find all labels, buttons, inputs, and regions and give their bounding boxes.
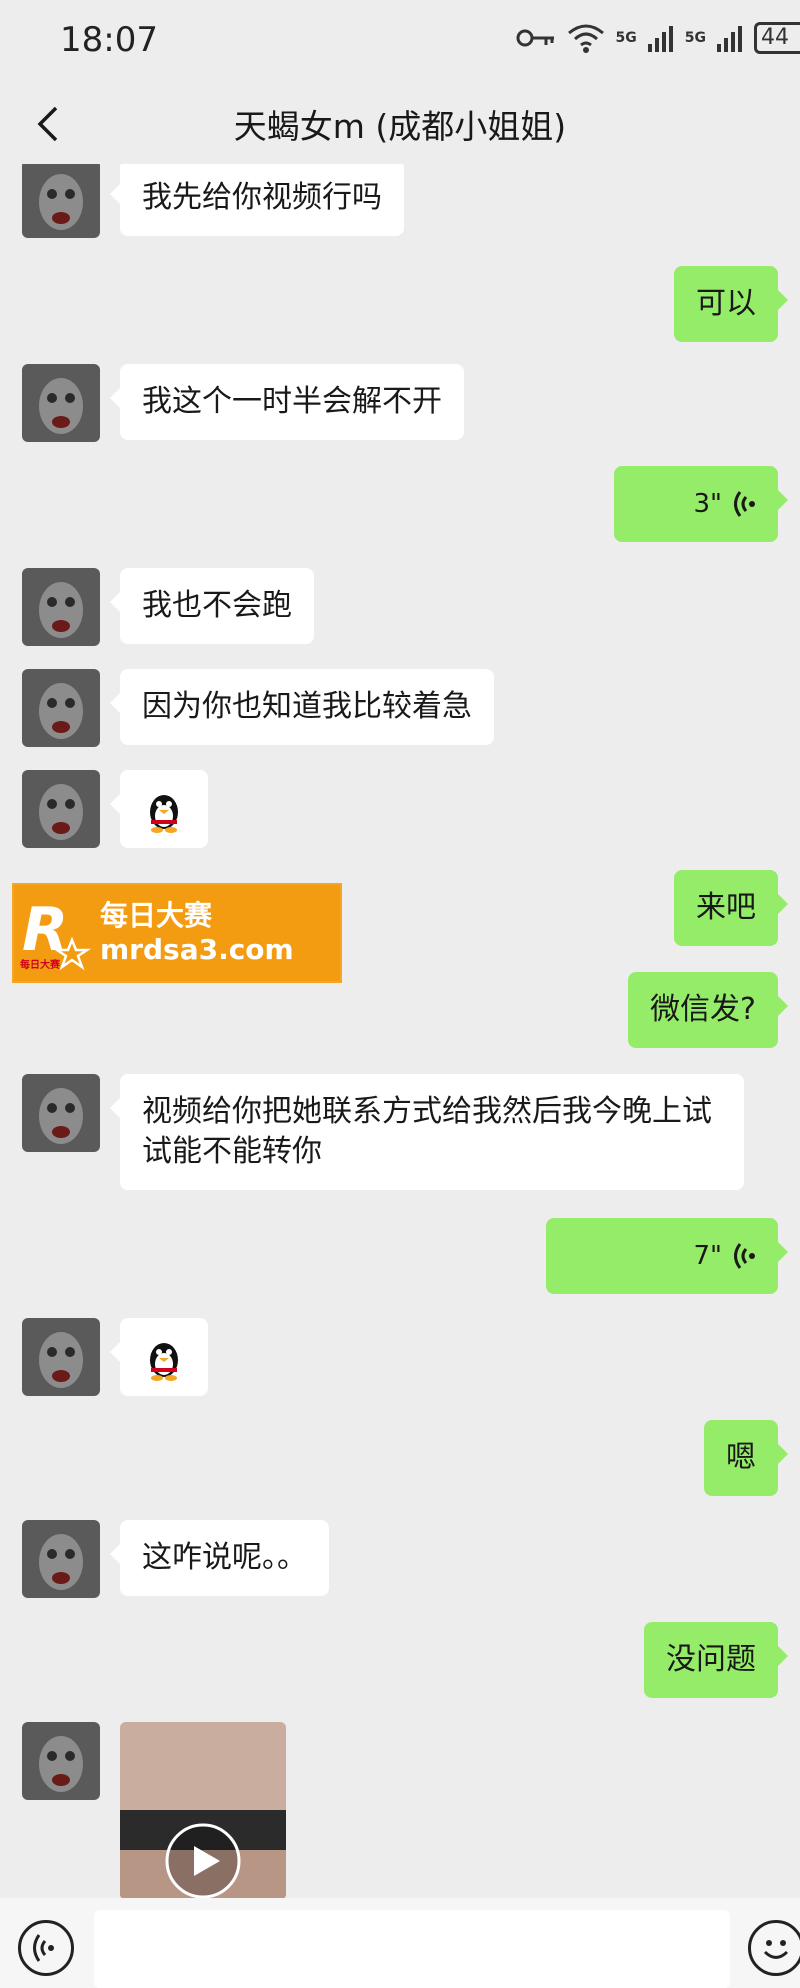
- voice-message-sent[interactable]: 3": [614, 466, 788, 542]
- message-bubble-sent[interactable]: 没问题: [644, 1622, 788, 1698]
- chat-header: 天蝎女m (成都小姐姐): [0, 84, 800, 164]
- qq-penguin-icon: [150, 795, 178, 833]
- watermark-text: 每日大赛 mrdsa3.com: [94, 899, 294, 967]
- watermark-logo-letter: R: [22, 895, 68, 965]
- contact-avatar[interactable]: [22, 164, 100, 238]
- watermark-url: mrdsa3.com: [100, 933, 294, 966]
- watermark-banner: R 每日大赛 每日大赛 mrdsa3.com: [12, 883, 342, 983]
- network-2-label: 5G: [684, 30, 706, 46]
- voice-mode-icon: [33, 1934, 54, 1962]
- message-bubble-sent[interactable]: 微信发?: [628, 972, 788, 1048]
- emoji-button[interactable]: [748, 1920, 800, 1976]
- signal-icon-1: [647, 26, 673, 52]
- contact-avatar[interactable]: [22, 669, 100, 747]
- message-bubble-received[interactable]: 我也不会跑: [110, 568, 314, 644]
- play-icon[interactable]: [164, 1822, 242, 1898]
- message-bubble-received[interactable]: 我这个一时半会解不开: [110, 364, 464, 440]
- status-time: 18:07: [60, 20, 158, 60]
- message-bubble-received[interactable]: 这咋说呢。。: [110, 1520, 329, 1596]
- sticker-message-received[interactable]: [110, 770, 208, 848]
- watermark-logo: R 每日大赛: [20, 895, 92, 971]
- contact-avatar[interactable]: [22, 1722, 100, 1800]
- contact-avatar[interactable]: [22, 1520, 100, 1598]
- voice-input-button[interactable]: [18, 1920, 74, 1976]
- message-bubble-received[interactable]: 视频给你把她联系方式给我然后我今晚上试试能不能转你: [110, 1074, 744, 1190]
- voice-wave-icon: [734, 491, 755, 517]
- voice-duration: 3": [693, 489, 722, 519]
- watermark-logo-small: 每日大赛: [20, 958, 61, 971]
- chat-title: 天蝎女m (成都小姐姐): [233, 107, 567, 146]
- watermark-cn: 每日大赛: [100, 899, 213, 932]
- network-1-label: 5G: [615, 30, 637, 46]
- status-icons: 5G 5G 44: [516, 22, 800, 54]
- voice-message-sent[interactable]: 7": [546, 1218, 788, 1294]
- qq-penguin-icon: [150, 1343, 178, 1381]
- emoji-icon: [763, 1940, 789, 1959]
- contact-avatar[interactable]: [22, 770, 100, 848]
- key-icon: [516, 29, 554, 47]
- contact-avatar[interactable]: [22, 364, 100, 442]
- status-bar: 18:07 5G 5G 44: [0, 0, 800, 84]
- contact-avatar[interactable]: [22, 1074, 100, 1152]
- message-input[interactable]: [94, 1910, 730, 1988]
- message-bubble-sent[interactable]: 来吧: [674, 870, 788, 946]
- input-bar: [0, 1898, 800, 1988]
- signal-icon-2: [717, 26, 742, 52]
- voice-wave-icon: [734, 1243, 755, 1269]
- wifi-icon: [567, 24, 604, 53]
- sticker-message-received[interactable]: [110, 1318, 208, 1396]
- contact-avatar[interactable]: [22, 1318, 100, 1396]
- message-bubble-sent[interactable]: 可以: [674, 266, 788, 342]
- message-bubble-sent[interactable]: 嗯: [704, 1420, 788, 1496]
- contact-avatar[interactable]: [22, 568, 100, 646]
- message-bubble-received[interactable]: 我先给你视频行吗: [110, 164, 404, 236]
- voice-duration: 7": [693, 1241, 722, 1271]
- message-bubble-received[interactable]: 因为你也知道我比较着急: [110, 669, 494, 745]
- battery-indicator: 44: [754, 22, 800, 54]
- message-list[interactable]: 我先给你视频行吗 可以 我这个一时半会解不开 3" 我也不会跑 因为你也知道我比…: [0, 164, 800, 1898]
- video-message-received[interactable]: [120, 1722, 286, 1898]
